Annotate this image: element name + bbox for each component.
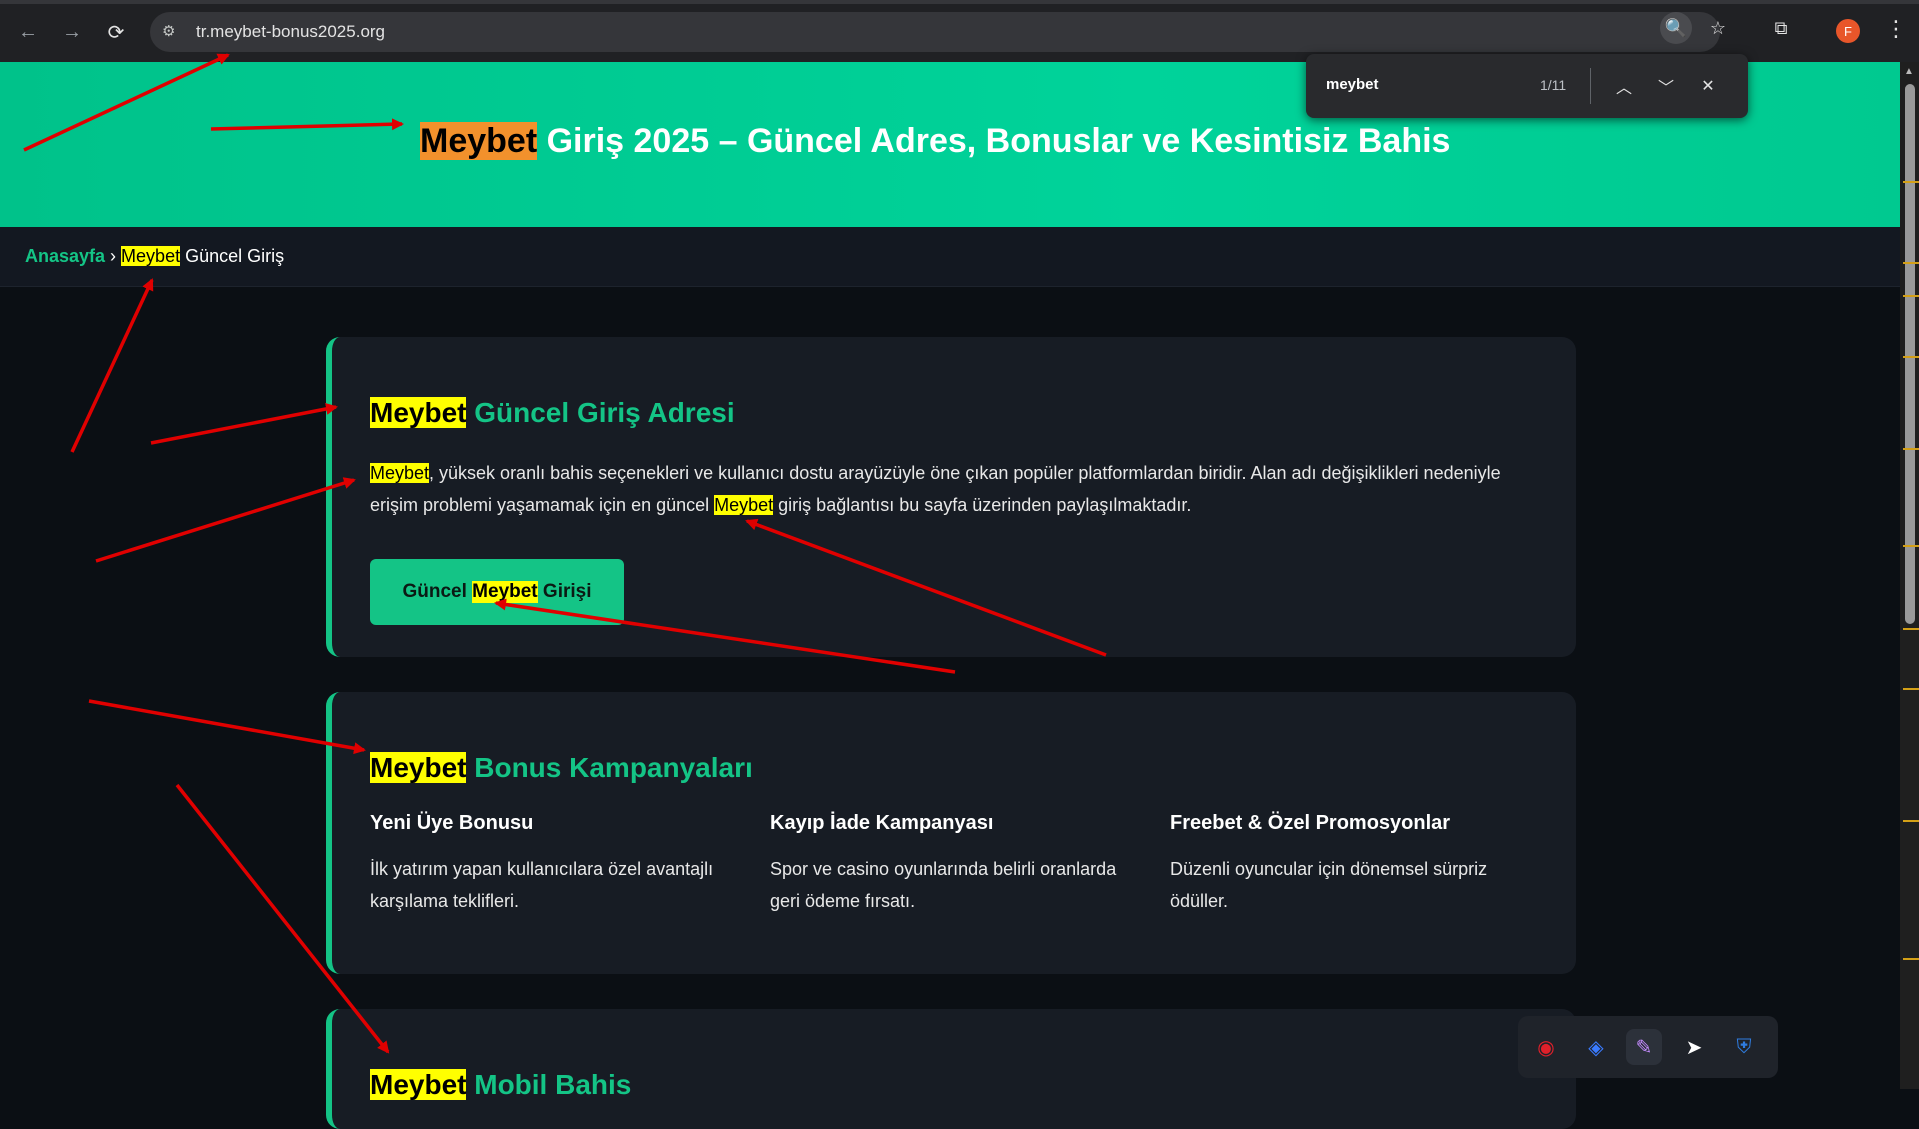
shield-icon[interactable]: ⛨: [1726, 1029, 1762, 1065]
site-settings-icon[interactable]: ⚙: [162, 22, 182, 42]
find-match-marker: [1903, 448, 1919, 450]
chevron-up-icon[interactable]: ︿: [1610, 72, 1638, 100]
bookmark-extension-icon[interactable]: ◈: [1578, 1029, 1614, 1065]
extension-dock: ◉ ◈ ✎ ➤ ⛨: [1518, 1016, 1778, 1078]
send-icon[interactable]: ➤: [1676, 1029, 1712, 1065]
find-match-marker: [1903, 958, 1919, 960]
bonus-card: Freebet & Özel Promosyonlar Düzenli oyun…: [1170, 812, 1530, 917]
paragraph-text: giriş bağlantısı bu sayfa üzerinden payl…: [773, 495, 1192, 515]
section-title: Meybet Güncel Giriş Adresi: [370, 397, 735, 429]
current-login-button[interactable]: Güncel Meybet Girişi: [370, 559, 624, 625]
bonus-title: Freebet & Özel Promosyonlar: [1170, 812, 1451, 834]
record-icon[interactable]: ◉: [1528, 1029, 1564, 1065]
bonus-text: Spor ve casino oyunlarında belirli oranl…: [770, 859, 1117, 911]
section-title-text: Bonus Kampanyaları: [466, 752, 753, 783]
find-highlight: Meybet: [472, 581, 538, 603]
find-match-marker: [1903, 628, 1919, 630]
scrollbar[interactable]: ▲: [1900, 62, 1919, 1089]
find-highlight: Meybet: [370, 1069, 467, 1100]
find-highlight: Meybet: [714, 495, 774, 515]
section-title: Meybet Bonus Kampanyaları: [370, 752, 753, 784]
annotation-arrow: [70, 278, 154, 453]
menu-icon[interactable]: ⋮: [1885, 16, 1907, 42]
section-title-text: Mobil Bahis: [466, 1069, 632, 1100]
bookmark-star-icon[interactable]: ☆: [1702, 12, 1734, 44]
find-highlight-active: Meybet: [420, 122, 538, 160]
divider: [1590, 68, 1591, 104]
reload-icon[interactable]: ⟳: [100, 16, 132, 48]
chevron-down-icon[interactable]: ﹀: [1652, 72, 1680, 100]
browser-toolbar: ← → ⟳ ⚙ tr.meybet-bonus2025.org 🔍 ☆ ⧉ F …: [0, 0, 1919, 62]
find-highlight: Meybet: [121, 246, 181, 266]
find-highlight: Meybet: [370, 397, 467, 428]
bonus-text: İlk yatırım yapan kullanıcılara özel ava…: [370, 859, 714, 911]
find-highlight: Meybet: [370, 463, 430, 483]
find-match-count: 1/11: [1540, 77, 1567, 93]
bonus-card: Kayıp İade Kampanyası Spor ve casino oyu…: [770, 812, 1130, 917]
find-match-marker: [1903, 262, 1919, 264]
bonus-title: Kayıp İade Kampanyası: [770, 812, 994, 834]
bonus-title: Yeni Üye Bonusu: [370, 812, 534, 834]
feather-icon[interactable]: ✎: [1626, 1029, 1662, 1065]
find-input[interactable]: meybet: [1326, 76, 1379, 93]
button-label: Girişi: [537, 581, 592, 602]
find-bar: meybet 1/11 ︿ ﹀ ✕: [1306, 54, 1748, 118]
breadcrumb-separator: ›: [105, 246, 122, 266]
annotation-arrow: [150, 403, 338, 445]
extensions-icon[interactable]: ⧉: [1765, 12, 1797, 44]
section-title-text: Güncel Giriş Adresi: [466, 397, 735, 428]
address-bar[interactable]: ⚙ tr.meybet-bonus2025.org: [150, 12, 1720, 52]
avatar[interactable]: F: [1836, 19, 1860, 43]
breadcrumb-home-link[interactable]: Anasayfa: [25, 246, 105, 266]
section-paragraph: Meybet, yüksek oranlı bahis seçenekleri …: [370, 457, 1550, 521]
scrollbar-thumb[interactable]: [1905, 84, 1915, 624]
find-match-marker: [1903, 820, 1919, 822]
button-label: Güncel: [402, 581, 473, 602]
section-mobile-betting: Meybet Mobil Bahis: [326, 1009, 1576, 1129]
page-title: Meybet Giriş 2025 – Güncel Adres, Bonusl…: [420, 122, 1450, 161]
find-in-page-icon[interactable]: 🔍: [1660, 12, 1692, 44]
find-highlight: Meybet: [370, 752, 467, 783]
annotation-arrow: [88, 699, 366, 755]
find-match-marker: [1903, 545, 1919, 547]
url-text[interactable]: tr.meybet-bonus2025.org: [196, 22, 385, 42]
find-match-marker: [1903, 688, 1919, 690]
find-match-marker: [1903, 181, 1919, 183]
tab-strip: [0, 0, 1919, 4]
breadcrumb-bar: Anasayfa › Meybet Güncel Giriş: [0, 227, 1900, 287]
forward-icon[interactable]: →: [56, 16, 88, 48]
section-bonus-campaigns: Meybet Bonus Kampanyaları Yeni Üye Bonus…: [326, 692, 1576, 974]
close-icon[interactable]: ✕: [1694, 72, 1722, 100]
section-title: Meybet Mobil Bahis: [370, 1069, 631, 1101]
bonus-text: Düzenli oyuncular için dönemsel sürpriz …: [1170, 859, 1488, 911]
find-match-marker: [1903, 295, 1919, 297]
page-title-text: Giriş 2025 – Güncel Adres, Bonuslar ve K…: [537, 122, 1451, 160]
breadcrumb-current: Güncel Giriş: [180, 246, 285, 266]
section-current-address: Meybet Güncel Giriş Adresi Meybet, yükse…: [326, 337, 1576, 657]
breadcrumb: Anasayfa › Meybet Güncel Giriş: [25, 246, 284, 267]
scroll-up-arrow-icon[interactable]: ▲: [1904, 66, 1914, 77]
back-icon[interactable]: ←: [12, 16, 44, 48]
bonus-card: Yeni Üye Bonusu İlk yatırım yapan kullan…: [370, 812, 730, 917]
find-match-marker: [1903, 356, 1919, 358]
annotation-arrow: [95, 477, 356, 563]
